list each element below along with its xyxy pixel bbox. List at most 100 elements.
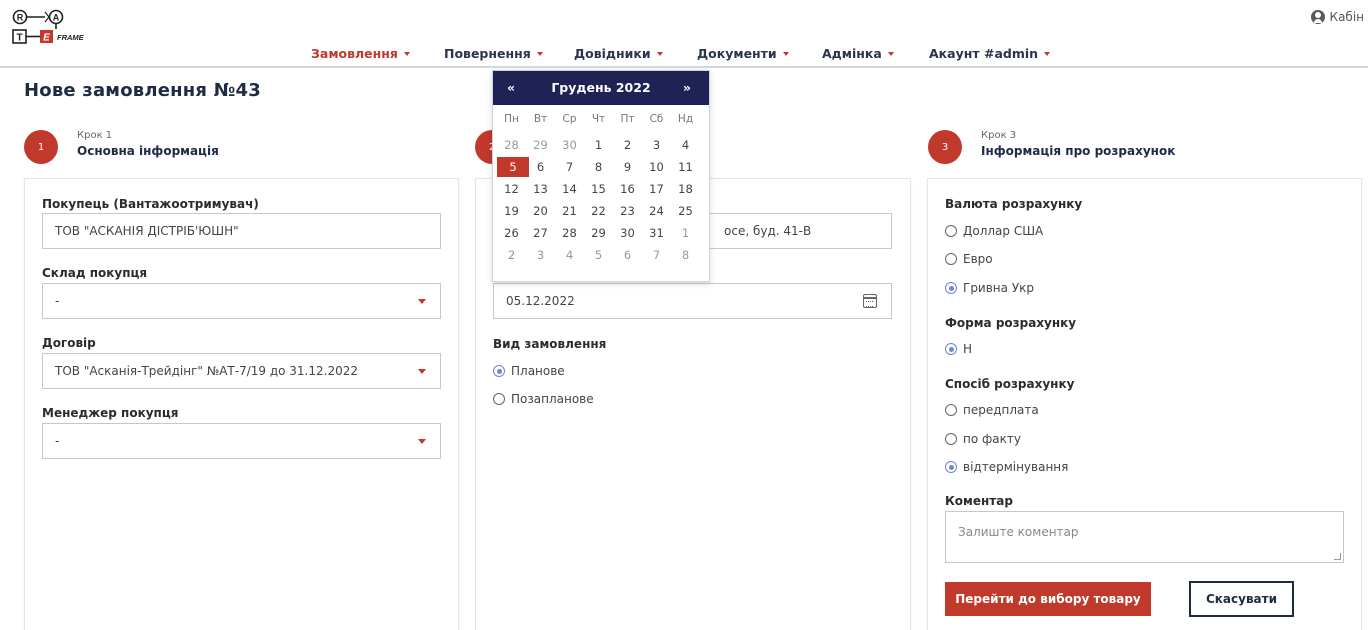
resize-grip-icon[interactable] xyxy=(1334,553,1341,560)
contract-select[interactable]: ТОВ "Асканія-Трейдінг" №АТ-7/19 до 31.12… xyxy=(42,353,441,389)
payment-form-n[interactable]: Н xyxy=(945,342,972,356)
next-month-button[interactable]: » xyxy=(683,80,691,95)
radio-unchecked-icon xyxy=(493,393,505,405)
radio-unchecked-icon xyxy=(945,253,957,265)
calendar-day[interactable]: 7 xyxy=(555,157,584,177)
caret-down-icon xyxy=(536,51,543,56)
nav-orders[interactable]: Замовлення xyxy=(311,46,410,61)
calendar-day[interactable]: 17 xyxy=(642,179,671,199)
radio-checked-icon xyxy=(945,343,957,355)
currency-usd[interactable]: Доллар США xyxy=(945,224,1043,238)
svg-text:FRAME: FRAME xyxy=(57,33,85,42)
calendar-day[interactable]: 31 xyxy=(642,223,671,243)
calendar-day[interactable]: 18 xyxy=(671,179,700,199)
caret-down-icon xyxy=(403,51,410,56)
caret-down-icon xyxy=(782,51,789,56)
calendar-day[interactable]: 3 xyxy=(642,135,671,155)
calendar-day-selected[interactable]: 5 xyxy=(497,157,529,177)
payment-form-label: Форма розрахунку xyxy=(945,316,1077,330)
go-to-products-button[interactable]: Перейти до вибору товару xyxy=(945,582,1151,616)
calendar-day[interactable]: 24 xyxy=(642,201,671,221)
payment-panel: Валюта розрахунку Доллар США Евро Гривна… xyxy=(927,178,1362,630)
order-type-unplanned[interactable]: Позапланове xyxy=(493,392,594,406)
cabinet-link-label: Кабін xyxy=(1329,10,1364,24)
calendar-day[interactable]: 2 xyxy=(497,245,526,265)
date-field[interactable]: 05.12.2022 xyxy=(493,283,892,319)
order-type-unplanned-label: Позапланове xyxy=(511,392,594,406)
calendar-day[interactable]: 11 xyxy=(671,157,700,177)
nav-documents[interactable]: Документи xyxy=(697,46,789,61)
calendar-day[interactable]: 30 xyxy=(555,135,584,155)
contract-label: Договір xyxy=(42,336,96,350)
calendar-day[interactable]: 28 xyxy=(555,223,584,243)
calendar-day[interactable]: 1 xyxy=(584,135,613,155)
nav-returns[interactable]: Повернення xyxy=(444,46,543,61)
calendar-day[interactable]: 7 xyxy=(642,245,671,265)
currency-eur-label: Евро xyxy=(963,252,993,266)
calendar-day[interactable]: 10 xyxy=(642,157,671,177)
calendar-day[interactable]: 23 xyxy=(613,201,642,221)
calendar-day[interactable]: 6 xyxy=(526,157,555,177)
nav-admin[interactable]: Адмінка xyxy=(822,46,894,61)
calendar-day[interactable]: 5 xyxy=(584,245,613,265)
nav-orders-label: Замовлення xyxy=(311,46,398,61)
radio-unchecked-icon xyxy=(945,225,957,237)
radio-unchecked-icon xyxy=(945,433,957,445)
calendar-day[interactable]: 16 xyxy=(613,179,642,199)
rate-frame-logo[interactable]: R A T E FRAME xyxy=(12,9,102,55)
calendar-day[interactable]: 30 xyxy=(613,223,642,243)
calendar-day[interactable]: 8 xyxy=(671,245,700,265)
calendar-day[interactable]: 22 xyxy=(584,201,613,221)
method-deferred-label: відтермінування xyxy=(963,460,1069,474)
caret-down-icon xyxy=(887,51,894,56)
calendar-day[interactable]: 4 xyxy=(555,245,584,265)
calendar-day[interactable]: 14 xyxy=(555,179,584,199)
calendar-day[interactable]: 2 xyxy=(613,135,642,155)
radio-checked-icon xyxy=(945,282,957,294)
calendar-day[interactable]: 19 xyxy=(497,201,526,221)
cancel-button[interactable]: Скасувати xyxy=(1189,581,1294,617)
calendar-day[interactable]: 3 xyxy=(526,245,555,265)
nav-directories[interactable]: Довідники xyxy=(574,46,663,61)
calendar-day[interactable]: 1 xyxy=(671,223,700,243)
calendar-day[interactable]: 13 xyxy=(526,179,555,199)
method-deferred[interactable]: відтермінування xyxy=(945,460,1068,474)
step-3: 3 Крок 3 Інформація про розрахунок xyxy=(928,128,1228,168)
calendar-day[interactable]: 27 xyxy=(526,223,555,243)
calendar-day[interactable]: 20 xyxy=(526,201,555,221)
step-number: 1 xyxy=(24,130,58,164)
user-circle-icon xyxy=(1310,10,1325,24)
order-type-planned[interactable]: Планове xyxy=(493,364,565,378)
cabinet-link[interactable]: Кабін xyxy=(1310,10,1364,24)
method-prepay[interactable]: передплата xyxy=(945,403,1039,417)
comment-textarea[interactable]: Залиште коментар xyxy=(945,511,1344,563)
warehouse-label: Склад покупця xyxy=(42,266,148,280)
calendar-day[interactable]: 12 xyxy=(497,179,526,199)
manager-select[interactable]: - xyxy=(42,423,441,459)
comment-placeholder: Залиште коментар xyxy=(958,525,1079,539)
warehouse-select[interactable]: - xyxy=(42,283,441,319)
calendar-day[interactable]: 25 xyxy=(671,201,700,221)
step-number: 3 xyxy=(928,130,962,164)
caret-down-icon xyxy=(418,439,426,444)
calendar-day[interactable]: 21 xyxy=(555,201,584,221)
currency-uah[interactable]: Гривна Укр xyxy=(945,281,1034,295)
warehouse-value: - xyxy=(55,294,60,308)
calendar-day[interactable]: 4 xyxy=(671,135,700,155)
calendar-day[interactable]: 26 xyxy=(497,223,526,243)
datepicker-month-title[interactable]: Грудень 2022 xyxy=(493,80,709,95)
method-on-fact[interactable]: по факту xyxy=(945,432,1021,446)
currency-eur[interactable]: Евро xyxy=(945,252,993,266)
buyer-field[interactable]: ТОВ "АСКАНІЯ ДІСТРІБ'ЮШН" xyxy=(42,213,441,249)
calendar-day[interactable]: 8 xyxy=(584,157,613,177)
calendar-icon[interactable] xyxy=(863,294,877,308)
payment-method-label: Спосіб розрахунку xyxy=(945,377,1075,391)
calendar-day[interactable]: 6 xyxy=(613,245,642,265)
calendar-day[interactable]: 29 xyxy=(526,135,555,155)
calendar-day[interactable]: 29 xyxy=(584,223,613,243)
calendar-day[interactable]: 15 xyxy=(584,179,613,199)
calendar-day[interactable]: 9 xyxy=(613,157,642,177)
nav-account[interactable]: Акаунт #admin xyxy=(929,46,1051,61)
calendar-day[interactable]: 28 xyxy=(497,135,526,155)
weekday-label: Вт xyxy=(533,113,548,125)
